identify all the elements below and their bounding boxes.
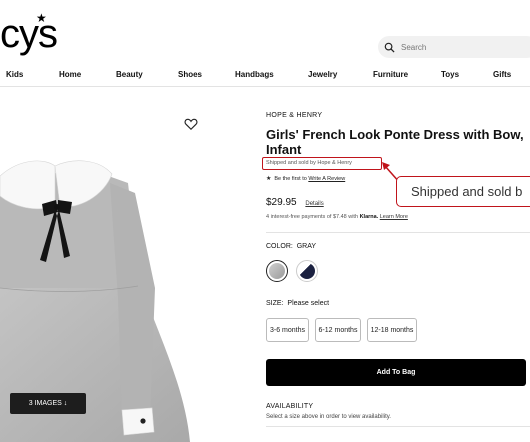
section-divider — [266, 232, 530, 233]
color-row: COLOR: GRAY — [266, 243, 316, 250]
nav-item-jewelry[interactable]: Jewelry — [308, 70, 337, 79]
star-icon: ★ — [266, 176, 272, 182]
review-prefix: Be the first to — [274, 176, 307, 182]
size-button-6-12-months[interactable]: 6-12 months — [315, 318, 361, 342]
search-bar[interactable] — [378, 36, 530, 58]
nav-item-handbags[interactable]: Handbags — [235, 70, 274, 79]
search-input[interactable] — [401, 42, 521, 52]
search-icon — [384, 42, 395, 53]
section-divider — [266, 426, 530, 427]
availability-title: AVAILABILITY — [266, 403, 314, 410]
write-review-link[interactable]: Write A Review — [308, 176, 345, 182]
size-button-3-6-months[interactable]: 3-6 months — [266, 318, 309, 342]
klarna-brand: Klarna. — [359, 214, 379, 220]
size-value: Please select — [287, 300, 330, 307]
product-title: Girls' French Look Ponte Dress with Bow,… — [266, 127, 524, 157]
callout-text: Shipped and sold b — [411, 184, 523, 199]
color-label: COLOR: — [266, 243, 293, 250]
product-image[interactable] — [0, 88, 248, 442]
nav-item-gifts[interactable]: Gifts — [493, 70, 511, 79]
swatch-navy[interactable] — [296, 260, 318, 282]
size-button-12-18-months[interactable]: 12-18 months — [367, 318, 417, 342]
logo-text: cys — [0, 12, 58, 56]
price-row: $29.95 Details — [266, 197, 324, 208]
nav-item-toys[interactable]: Toys — [441, 70, 459, 79]
nav-item-shoes[interactable]: Shoes — [178, 70, 202, 79]
heart-icon[interactable] — [184, 117, 198, 131]
klarna-row: 4 interest-free payments of $7.48 with K… — [266, 214, 408, 220]
size-row: SIZE: Please select — [266, 300, 329, 307]
color-value: GRAY — [296, 243, 317, 250]
nav-item-kids[interactable]: Kids — [6, 70, 23, 79]
learn-more-link[interactable]: Learn More — [380, 214, 408, 220]
nav-divider — [0, 86, 530, 87]
price-value: $29.95 — [266, 197, 297, 208]
review-row: ★ Be the first to Write A Review — [266, 175, 345, 182]
nav-item-beauty[interactable]: Beauty — [116, 70, 143, 79]
product-brand[interactable]: HOPE & HENRY — [266, 112, 322, 119]
callout-box: Shipped and sold b — [396, 176, 530, 207]
main-nav: Kids Home Beauty Shoes Handbags Jewelry … — [0, 66, 530, 84]
add-to-bag-button[interactable]: Add To Bag — [266, 359, 526, 386]
details-link[interactable]: Details — [305, 201, 323, 207]
size-label: SIZE: — [266, 300, 284, 307]
macys-logo[interactable]: cys ★ — [0, 11, 58, 56]
nav-item-home[interactable]: Home — [59, 70, 81, 79]
swatch-gray[interactable] — [266, 260, 288, 282]
klarna-text: 4 interest-free payments of $7.48 with — [266, 214, 359, 220]
nav-item-furniture[interactable]: Furniture — [373, 70, 408, 79]
shipped-by-text: Shipped and sold by Hope & Henry — [266, 160, 352, 166]
images-button[interactable]: 3 IMAGES ↓ — [10, 393, 86, 414]
availability-text: Select a size above in order to view ava… — [266, 414, 391, 420]
star-icon: ★ — [36, 11, 47, 25]
